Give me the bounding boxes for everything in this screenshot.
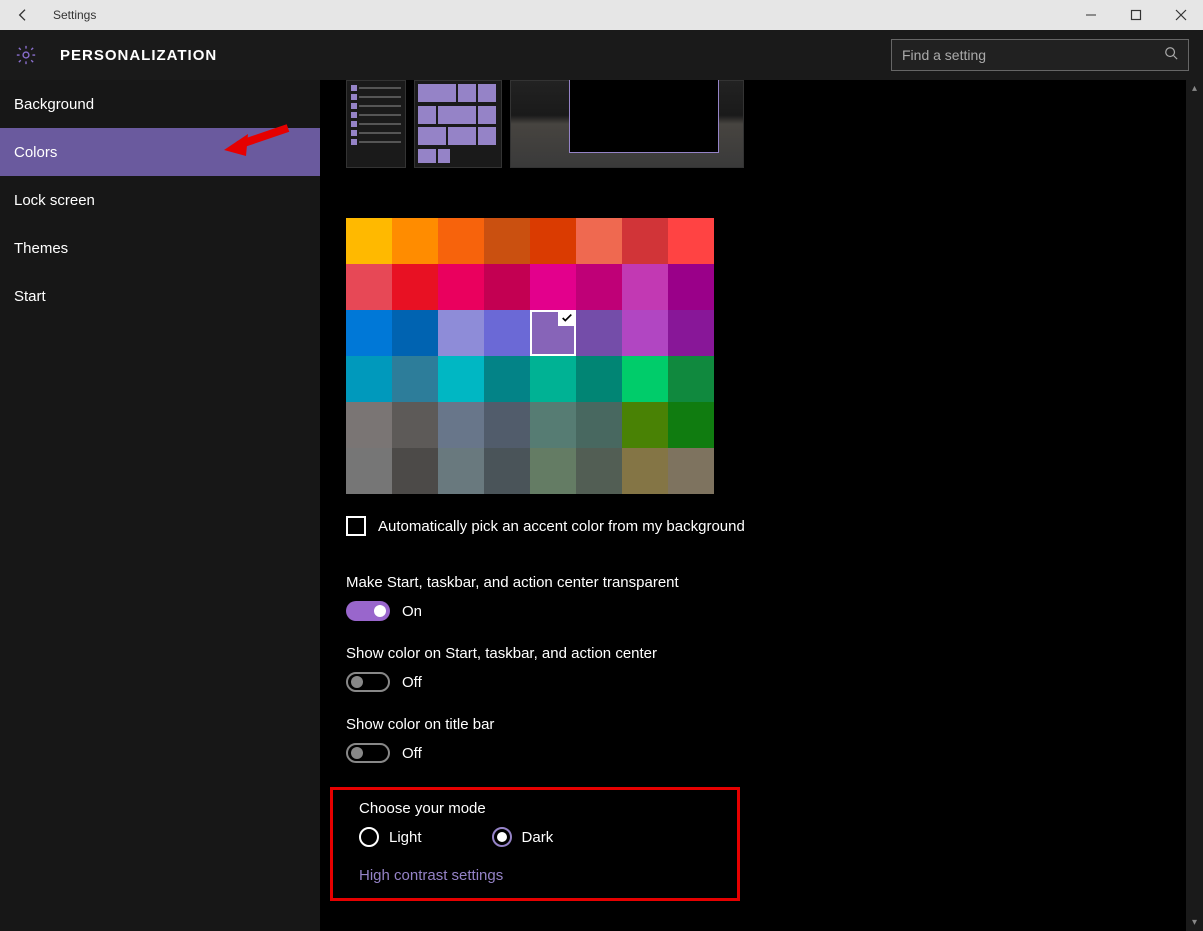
- color-swatch[interactable]: [438, 310, 484, 356]
- titlebar: Settings: [0, 0, 1203, 30]
- color-swatch[interactable]: [346, 310, 392, 356]
- color-swatch[interactable]: [346, 402, 392, 448]
- color-swatch[interactable]: [622, 310, 668, 356]
- preview-start-menu: [346, 80, 406, 168]
- color-swatch[interactable]: [622, 402, 668, 448]
- search-box[interactable]: [891, 39, 1189, 71]
- mode-dark-label: Dark: [522, 829, 554, 846]
- check-icon: [558, 310, 576, 326]
- color-swatch[interactable]: [484, 218, 530, 264]
- color-swatch[interactable]: [622, 218, 668, 264]
- color-swatches: [346, 218, 714, 494]
- mode-light-label: Light: [389, 829, 422, 846]
- color-swatch[interactable]: [438, 448, 484, 494]
- high-contrast-link[interactable]: High contrast settings: [359, 867, 727, 884]
- color-swatch[interactable]: [438, 356, 484, 402]
- color-swatch[interactable]: [622, 448, 668, 494]
- show-title-status: Off: [402, 745, 422, 762]
- color-swatch[interactable]: [484, 356, 530, 402]
- color-swatch[interactable]: [530, 448, 576, 494]
- sidebar-item-lock-screen[interactable]: Lock screen: [0, 176, 320, 224]
- maximize-button[interactable]: [1113, 0, 1158, 30]
- color-swatch[interactable]: [392, 310, 438, 356]
- mode-light-radio[interactable]: Light: [359, 827, 422, 847]
- color-swatch[interactable]: [576, 356, 622, 402]
- auto-pick-checkbox[interactable]: [346, 516, 366, 536]
- color-swatch[interactable]: [484, 402, 530, 448]
- color-swatch[interactable]: [392, 448, 438, 494]
- color-swatch[interactable]: [346, 356, 392, 402]
- back-button[interactable]: [0, 0, 45, 30]
- transparency-toggle[interactable]: [346, 601, 390, 621]
- color-swatch[interactable]: [392, 218, 438, 264]
- close-button[interactable]: [1158, 0, 1203, 30]
- arrow-left-icon: [15, 7, 31, 23]
- content: ▴ ▾: [320, 80, 1203, 931]
- color-swatch[interactable]: [668, 402, 714, 448]
- mode-dark-radio[interactable]: Dark: [492, 827, 554, 847]
- color-swatch[interactable]: [576, 448, 622, 494]
- color-swatch[interactable]: [438, 264, 484, 310]
- close-icon: [1175, 9, 1187, 21]
- page-title: PERSONALIZATION: [60, 47, 217, 64]
- sidebar-item-colors[interactable]: Colors: [0, 128, 320, 176]
- color-swatch[interactable]: [346, 218, 392, 264]
- color-swatch[interactable]: [438, 402, 484, 448]
- color-swatch[interactable]: [668, 218, 714, 264]
- color-swatch[interactable]: [576, 218, 622, 264]
- auto-pick-label: Automatically pick an accent color from …: [378, 518, 745, 535]
- color-swatch[interactable]: [392, 356, 438, 402]
- sidebar: Background Colors Lock screen Themes Sta…: [0, 80, 320, 931]
- color-swatch[interactable]: [530, 264, 576, 310]
- color-swatch[interactable]: [392, 264, 438, 310]
- color-swatch[interactable]: [668, 310, 714, 356]
- color-swatch[interactable]: [576, 264, 622, 310]
- window-title: Settings: [53, 8, 96, 22]
- color-swatch[interactable]: [392, 402, 438, 448]
- color-swatch[interactable]: [530, 218, 576, 264]
- minimize-button[interactable]: [1068, 0, 1113, 30]
- color-swatch[interactable]: [576, 402, 622, 448]
- color-swatch[interactable]: [346, 264, 392, 310]
- maximize-icon: [1130, 9, 1142, 21]
- color-swatch[interactable]: [622, 356, 668, 402]
- color-swatch[interactable]: [668, 356, 714, 402]
- color-swatch[interactable]: [346, 448, 392, 494]
- search-icon: [1164, 46, 1178, 65]
- gear-icon: [14, 43, 38, 67]
- show-title-toggle[interactable]: [346, 743, 390, 763]
- scroll-up-icon[interactable]: ▴: [1186, 80, 1203, 97]
- show-start-status: Off: [402, 674, 422, 691]
- show-start-label: Show color on Start, taskbar, and action…: [346, 645, 1169, 662]
- search-input[interactable]: [902, 47, 1164, 63]
- sidebar-item-themes[interactable]: Themes: [0, 224, 320, 272]
- mode-label: Choose your mode: [359, 800, 727, 817]
- color-swatch[interactable]: [438, 218, 484, 264]
- color-swatch[interactable]: [484, 448, 530, 494]
- preview-desktop: [510, 80, 744, 168]
- preview-row: [346, 80, 1169, 168]
- color-swatch[interactable]: [668, 264, 714, 310]
- color-swatch[interactable]: [530, 310, 576, 356]
- color-swatch[interactable]: [622, 264, 668, 310]
- highlight-annotation: Choose your mode Light Dark High contras…: [330, 787, 740, 901]
- color-swatch[interactable]: [530, 402, 576, 448]
- sidebar-item-start[interactable]: Start: [0, 272, 320, 320]
- scrollbar[interactable]: ▴ ▾: [1186, 80, 1203, 931]
- color-swatch[interactable]: [576, 310, 622, 356]
- show-title-label: Show color on title bar: [346, 716, 1169, 733]
- color-swatch[interactable]: [484, 310, 530, 356]
- minimize-icon: [1085, 9, 1097, 21]
- transparency-status: On: [402, 603, 422, 620]
- sidebar-item-background[interactable]: Background: [0, 80, 320, 128]
- preview-tiles: [414, 80, 502, 168]
- show-start-toggle[interactable]: [346, 672, 390, 692]
- color-swatch[interactable]: [668, 448, 714, 494]
- color-swatch[interactable]: [530, 356, 576, 402]
- header: PERSONALIZATION: [0, 30, 1203, 80]
- scroll-down-icon[interactable]: ▾: [1186, 914, 1203, 931]
- transparency-label: Make Start, taskbar, and action center t…: [346, 574, 1169, 591]
- color-swatch[interactable]: [484, 264, 530, 310]
